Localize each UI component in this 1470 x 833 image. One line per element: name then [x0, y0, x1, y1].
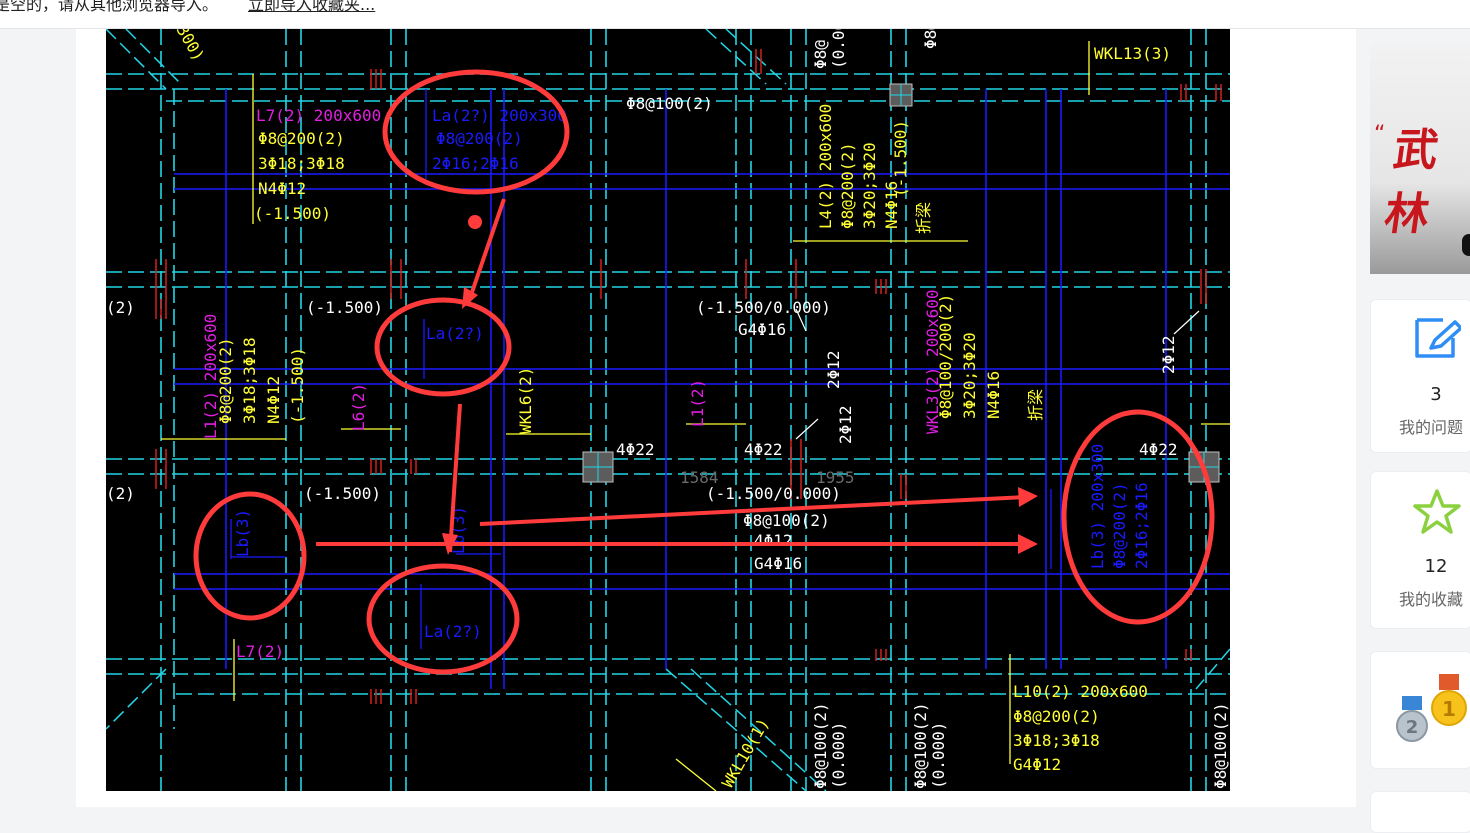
promo-banner-quote: “ — [1374, 122, 1386, 147]
lb3-title-label: Lb(3) 200x300 — [1088, 444, 1107, 569]
import-bookmarks-bar: 是空的，请从其他浏览器导入。 立即导入收藏夹... — [0, 0, 1470, 29]
svg-text:1: 1 — [1442, 697, 1456, 721]
wkl3-note-label: 折梁 — [1026, 389, 1045, 421]
wkl6-label: WKL6(2) — [516, 367, 535, 434]
level-lower-label: (-1.500) — [304, 484, 381, 503]
l7-small-label: L7(2) — [236, 642, 284, 661]
gold-medal-icon: 1 — [1429, 674, 1469, 734]
g4-phi16-1-label: G4Φ16 — [738, 320, 786, 339]
two-phi12-c-label: 2Φ12 — [1159, 335, 1178, 374]
my-favorites-card[interactable]: 12 我的收藏 — [1370, 471, 1470, 629]
import-bookmarks-message: 是空的，请从其他浏览器导入。 — [0, 0, 219, 14]
l10-bars-label: 3Φ18;3Φ18 — [1013, 731, 1100, 750]
level-mid-label: (-1.500) — [306, 298, 383, 317]
top-partial-3-label: Φ8@ — [921, 29, 940, 49]
edge-left-1-label: (2) — [106, 298, 135, 317]
l4-level-label: (-1.500) — [891, 120, 910, 197]
la-title-label: La(2?) 200x300 — [432, 106, 567, 125]
edit-note-icon — [1413, 316, 1463, 368]
l10-title-label: L10(2) 200x600 — [1013, 682, 1148, 701]
cad-drawing-image: Φ8@200(2) 3Φ18;3Φ18 N4Φ12 (-1.500) WKL13… — [106, 29, 1230, 791]
overlay-2-label: 1955 — [816, 468, 855, 487]
next-sidebar-card — [1370, 791, 1470, 833]
promo-banner[interactable]: “ 武林 — [1370, 44, 1470, 274]
four-phi22-b-label: 4Φ22 — [744, 440, 783, 459]
phi8-100-e-label: Φ8@100(2) — [1211, 702, 1230, 789]
g4-phi16-2-label: G4Φ16 — [754, 554, 802, 573]
l10-stirrup-label: Φ8@200(2) — [1013, 707, 1100, 726]
wkl3-bars-label: 3Φ20;3Φ20 — [960, 332, 979, 419]
promo-banner-text: 武林 — [1381, 125, 1442, 240]
my-questions-card[interactable]: 3 我的问题 — [1370, 299, 1470, 453]
la-bars-label: 2Φ16;2Φ16 — [432, 154, 519, 173]
la-small-2-label: La(2?) — [424, 622, 482, 641]
star-icon — [1413, 488, 1461, 540]
l6-label: L6(2) — [349, 383, 368, 431]
two-phi12-a-label: 2Φ12 — [824, 350, 843, 389]
l1-level-label: (-1.500) — [288, 347, 307, 424]
wkl3-title-label: WKL3(2) 200x600 — [923, 290, 942, 435]
svg-text:2: 2 — [1406, 717, 1419, 738]
l7-level-label: (-1.500) — [254, 204, 331, 223]
phi8-100-b-label: Φ8@100(2) — [743, 511, 830, 530]
la-small-1-label: La(2?) — [426, 324, 484, 343]
l7-title-label: L7(2) 200x600 — [256, 106, 381, 125]
phi8-100-c-label: Φ8@100(2) — [811, 702, 830, 789]
phi12-partial-label: 4Φ12 — [754, 531, 793, 550]
l1-small-label: L1(2) — [688, 379, 707, 427]
phi8-100-label: Φ8@100(2) — [626, 94, 713, 113]
la-stirrup-label: Φ8@200(2) — [436, 129, 523, 148]
level-000-b-label: (0.000) — [929, 722, 948, 789]
l4-title-label: L4(2) 200x600 — [816, 104, 835, 229]
l7-bars-label: 3Φ18;3Φ18 — [258, 154, 345, 173]
l4-bars-label: 3Φ20;3Φ20 — [860, 142, 879, 229]
lb3-label: Lb(3) — [233, 509, 252, 557]
my-favorites-label: 我的收藏 — [1399, 590, 1464, 609]
import-bookmarks-link[interactable]: 立即导入收藏夹... — [248, 0, 375, 13]
four-phi22-a-label: 4Φ22 — [616, 440, 655, 459]
lb3-bars-label: 2Φ16;2Φ16 — [1132, 482, 1151, 569]
lb3-stirrup-label: Φ8@200(2) — [1110, 482, 1129, 569]
l10-side-label: G4Φ12 — [1013, 755, 1061, 774]
l1-side-label: N4Φ12 — [264, 376, 283, 424]
cad-drawing-canvas: Φ8@200(2) 3Φ18;3Φ18 N4Φ12 (-1.500) WKL13… — [106, 29, 1230, 791]
overlay-1-label: 1584 — [680, 468, 719, 487]
wkl13-label: WKL13(3) — [1094, 44, 1171, 63]
l7-side-label: N4Φ12 — [258, 179, 306, 198]
right-sidebar: “ 武林 3 我的问题 12 我的收藏 2 1 — [1356, 29, 1470, 833]
promo-banner-dot — [1462, 234, 1470, 256]
silver-medal-icon: 2 — [1395, 696, 1429, 748]
l4-stirrup-label: Φ8@200(2) — [838, 142, 857, 229]
level-pair-1-label: (-1.500/0.000) — [696, 298, 831, 317]
level-000-a-label: (0.000) — [829, 722, 848, 789]
my-questions-count: 3 — [1430, 384, 1442, 405]
wkl3-side-label: N4Φ16 — [984, 371, 1003, 419]
l1-title-label: L1(2) 200x600 — [201, 314, 220, 439]
top-partial-label: Φ8@ — [811, 40, 830, 69]
four-phi22-c-label: 4Φ22 — [1139, 440, 1178, 459]
two-phi12-b-label: 2Φ12 — [836, 405, 855, 444]
edge-left-2-label: (2) — [106, 484, 135, 503]
top-partial-2-label: (0.000/-4 — [829, 29, 848, 69]
phi8-100-d-label: Φ8@100(2) — [911, 702, 930, 789]
l4-note-label: 折梁 — [914, 202, 933, 234]
medals-card[interactable]: 2 1 — [1370, 651, 1470, 769]
l1-bars-label: 3Φ18;3Φ18 — [240, 337, 259, 424]
my-questions-label: 我的问题 — [1399, 418, 1464, 437]
l7-stirrup-label: Φ8@200(2) — [258, 129, 345, 148]
my-favorites-count: 12 — [1424, 556, 1448, 577]
